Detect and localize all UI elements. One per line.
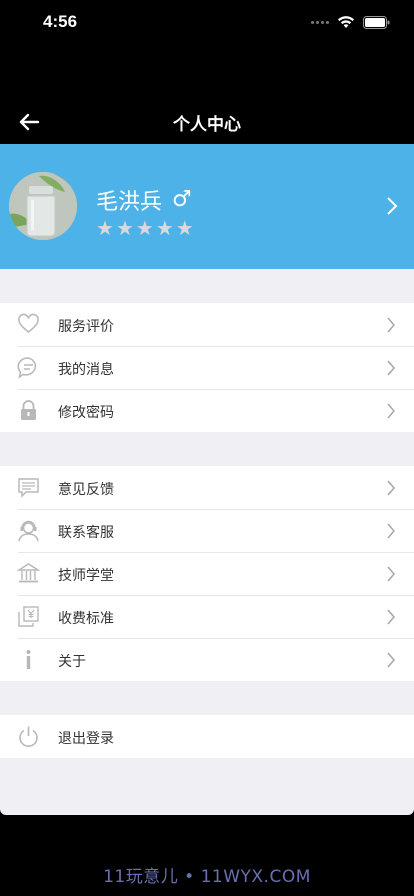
status-icons — [311, 15, 390, 29]
menu-item-label: 修改密码 — [58, 405, 114, 421]
menu-item-feedback[interactable]: 意见反馈 — [0, 466, 414, 509]
male-gender-icon: ♂ — [172, 187, 192, 212]
info-icon — [17, 648, 40, 671]
menu-item-pricing[interactable]: 收费标准 — [0, 595, 414, 638]
content-area: 毛洪兵 ♂ ★ ★ ★ ★ ★ 服务评价 我的消息 修改密码 意见反馈 联系客服… — [0, 144, 414, 815]
menu-item-service-review[interactable]: 服务评价 — [0, 303, 414, 346]
menu-group-logout: 退出登录 — [0, 715, 414, 758]
power-icon — [17, 725, 40, 748]
feedback-icon — [17, 476, 40, 499]
chevron-right-icon — [386, 609, 396, 625]
chevron-right-icon — [386, 480, 396, 496]
logout-label: 退出登录 — [58, 731, 114, 747]
menu-item-label: 联系客服 — [58, 525, 114, 541]
menu-item-my-messages[interactable]: 我的消息 — [0, 346, 414, 389]
nav-bar: 个人中心 — [0, 100, 414, 144]
chevron-right-icon — [386, 566, 396, 582]
menu-item-about[interactable]: 关于 — [0, 638, 414, 681]
profile-name: 毛洪兵 — [96, 190, 163, 215]
heart-icon — [17, 313, 40, 336]
chat-bubble-icon — [17, 356, 40, 379]
signal-icon — [311, 20, 329, 24]
star-icon: ★ — [175, 216, 194, 240]
star-icon: ★ — [135, 216, 154, 240]
menu-item-label: 收费标准 — [58, 611, 114, 627]
profile-header[interactable]: 毛洪兵 ♂ ★ ★ ★ ★ ★ — [0, 144, 414, 269]
star-icon: ★ — [115, 216, 134, 240]
customer-service-icon — [17, 519, 40, 542]
chevron-right-icon — [386, 403, 396, 419]
star-icon: ★ — [155, 216, 174, 240]
menu-item-change-password[interactable]: 修改密码 — [0, 389, 414, 432]
star-icon: ★ — [96, 216, 114, 240]
price-tag-icon — [17, 605, 40, 628]
watermark-text: 11玩意儿 • 11WYX.COM — [103, 867, 311, 887]
star-rating: ★ ★ ★ ★ ★ — [96, 218, 194, 238]
lock-icon — [17, 399, 40, 422]
logout-button[interactable]: 退出登录 — [0, 715, 414, 758]
chevron-right-icon — [386, 196, 398, 216]
chevron-right-icon — [386, 652, 396, 668]
wifi-icon — [337, 15, 355, 29]
chevron-right-icon — [386, 523, 396, 539]
menu-item-technician-academy[interactable]: 技师学堂 — [0, 552, 414, 595]
status-time: 4:56 — [43, 12, 78, 31]
menu-item-label: 我的消息 — [58, 362, 114, 378]
chevron-right-icon — [386, 360, 396, 376]
menu-item-label: 意见反馈 — [58, 482, 114, 498]
chevron-right-icon — [386, 317, 396, 333]
menu-item-label: 关于 — [58, 654, 86, 670]
status-bar: 4:56 — [0, 0, 414, 48]
menu-item-label: 服务评价 — [58, 319, 114, 335]
profile-name-row: 毛洪兵 ♂ — [96, 184, 192, 216]
page-title: 个人中心 — [173, 115, 241, 134]
academy-icon — [16, 562, 41, 585]
menu-item-contact-support[interactable]: 联系客服 — [0, 509, 414, 552]
avatar[interactable] — [9, 172, 77, 240]
menu-group-account: 服务评价 我的消息 修改密码 — [0, 303, 414, 432]
battery-icon — [363, 15, 390, 29]
menu-group-support: 意见反馈 联系客服 技师学堂 收费标准 关于 — [0, 466, 414, 681]
menu-item-label: 技师学堂 — [58, 568, 114, 584]
